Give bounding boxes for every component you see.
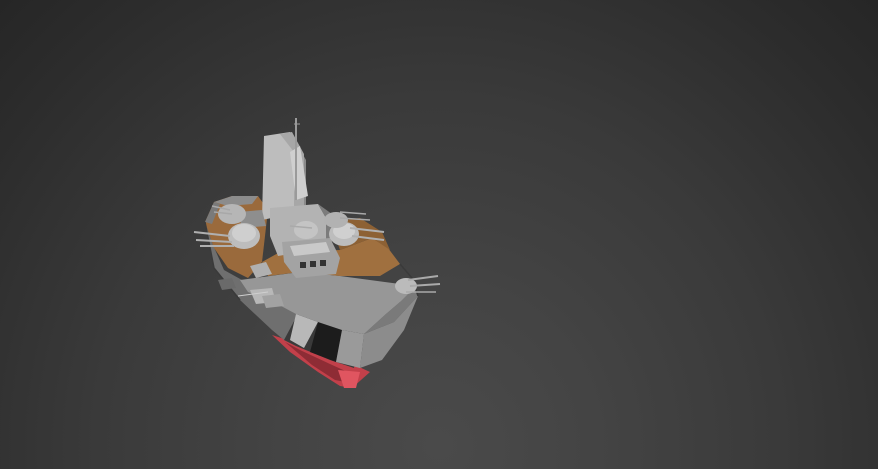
3d-viewport[interactable] <box>0 0 878 469</box>
turret-bow <box>395 275 441 294</box>
battleship-model[interactable] <box>0 0 878 469</box>
